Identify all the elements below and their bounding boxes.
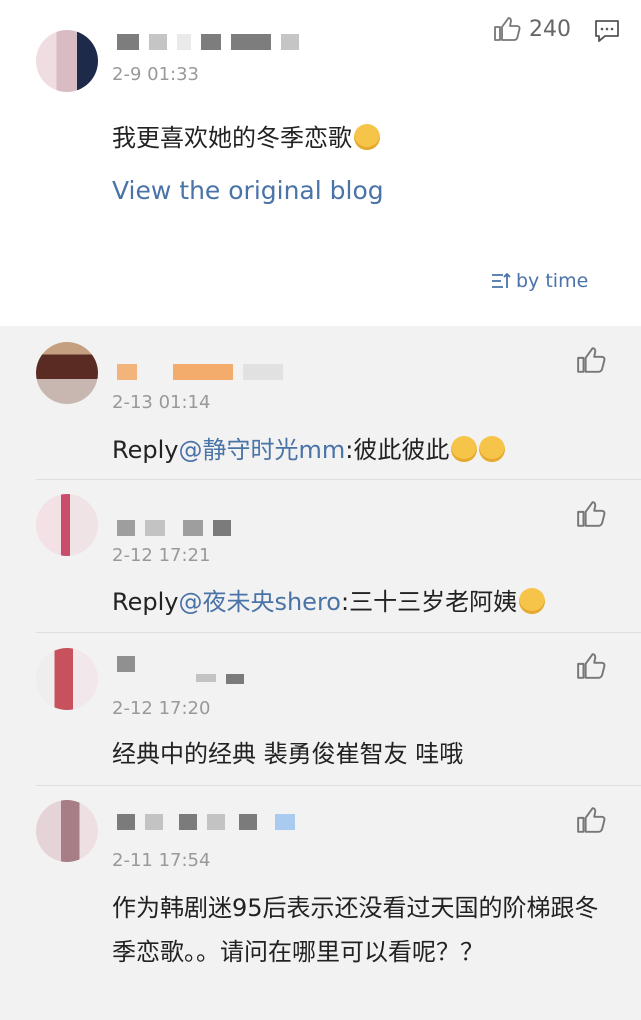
comment-text: 经典中的经典 裴勇俊崔智友 哇哦: [112, 740, 464, 768]
thumbs-up-icon: [494, 17, 521, 41]
comment-text: 作为韩剧迷95后表示还没看过天国的阶梯跟冬季恋歌。。请问在哪里可以看呢？？: [112, 894, 599, 966]
emoji-icon: [451, 436, 478, 462]
emoji-icon: [519, 588, 546, 614]
username-blurred[interactable]: [117, 520, 231, 536]
emoji-icon: [354, 124, 380, 150]
comment-text: 我更喜欢她的冬季恋歌: [112, 116, 612, 160]
avatar[interactable]: [36, 342, 98, 404]
thumbs-up-icon[interactable]: [576, 806, 606, 834]
username-blurred[interactable]: [117, 656, 135, 672]
username-blurred[interactable]: [117, 814, 295, 830]
comment-timestamp: 2-9 01:33: [112, 64, 199, 85]
comment-timestamp: 2-12 17:21: [112, 545, 211, 566]
username-blurred[interactable]: [117, 34, 299, 50]
emoji-icon: [479, 436, 506, 462]
main-comment: 2-9 01:33 240 我更喜欢她的冬季恋歌 View the origin…: [0, 0, 641, 326]
avatar[interactable]: [36, 30, 98, 92]
mention-link[interactable]: @静守时光mm: [178, 436, 345, 464]
like-button[interactable]: 240: [493, 16, 571, 42]
comment-timestamp: 2-13 01:14: [112, 392, 211, 413]
comment-timestamp: 2-11 17:54: [112, 850, 211, 871]
sort-icon: [492, 272, 511, 288]
avatar[interactable]: [36, 800, 98, 862]
thumbs-up-icon[interactable]: [576, 652, 606, 680]
username-blurred[interactable]: [117, 364, 283, 380]
username-blurred: [196, 674, 244, 690]
comment-text: Reply@夜未央shero:三十三岁老阿姨: [112, 580, 612, 624]
thumbs-up-icon[interactable]: [576, 500, 606, 528]
sort-label: by time: [516, 270, 589, 292]
thumbs-up-icon[interactable]: [576, 346, 606, 374]
divider: [36, 632, 641, 633]
comment-icon[interactable]: [594, 18, 620, 44]
divider: [36, 785, 641, 786]
sort-button[interactable]: by time: [490, 270, 588, 292]
comment-timestamp: 2-12 17:20: [112, 698, 211, 719]
view-original-link[interactable]: View the original blog: [112, 176, 384, 205]
avatar[interactable]: [36, 494, 98, 556]
like-count: 240: [529, 16, 571, 42]
divider: [36, 479, 641, 480]
comment-text: Reply@静守时光mm:彼此彼此: [112, 428, 612, 472]
mention-link[interactable]: @夜未央shero: [178, 588, 341, 616]
avatar[interactable]: [36, 648, 98, 710]
